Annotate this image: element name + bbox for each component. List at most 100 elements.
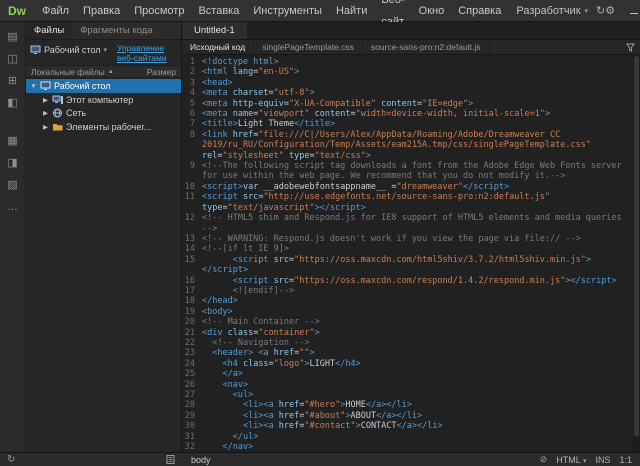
- document-tab-untitled[interactable]: Untitled-1: [182, 22, 247, 39]
- settings-gear-icon[interactable]: ⚙: [605, 4, 615, 17]
- tree-item-network[interactable]: ▶ Сеть: [26, 106, 181, 120]
- window-controls: ×: [621, 0, 640, 22]
- site-selector-dropdown[interactable]: Рабочий стол ▾: [30, 43, 113, 55]
- code-line: 6<meta name="viewport" content="width=de…: [182, 109, 633, 119]
- linting-status-icon[interactable]: ⊘: [540, 455, 548, 464]
- code-line: 22 <!-- Navigation -->: [182, 338, 633, 348]
- line-number: 11: [182, 192, 202, 213]
- tree-item-desktop[interactable]: ▼ Рабочий стол: [26, 79, 181, 93]
- more-panels-icon[interactable]: …: [7, 202, 18, 213]
- line-number: 30: [182, 421, 202, 431]
- menu-item[interactable]: Файл: [35, 0, 76, 22]
- tree-item-label: Рабочий стол: [54, 81, 111, 91]
- line-number: 28: [182, 400, 202, 410]
- code-text: <!--[if lt IE 9]>: [202, 244, 633, 254]
- line-number: 27: [182, 390, 202, 400]
- line-number: 19: [182, 307, 202, 317]
- insert-panel-icon[interactable]: ⊞: [8, 76, 17, 87]
- expand-caret-icon[interactable]: ▶: [42, 123, 49, 131]
- css-designer-icon[interactable]: ◧: [7, 98, 17, 109]
- minimize-button[interactable]: [621, 0, 640, 22]
- menu-item[interactable]: Инструменты: [246, 0, 329, 22]
- tree-item-label: Этот компьютер: [66, 95, 133, 105]
- related-file[interactable]: source-sans-pro:n2:default.js: [363, 40, 490, 54]
- column-size[interactable]: Размер: [142, 67, 176, 77]
- dom-panel-icon[interactable]: ▦: [7, 136, 17, 147]
- code-line: 8<link href="file:///C|/Users/Alex/AppDa…: [182, 130, 633, 161]
- files-panel-tabs: Файлы Фрагменты кода: [26, 22, 181, 40]
- code-text: <li><a href="#about">ABOUT</a></li>: [202, 411, 633, 421]
- status-bar: ↻ body ⊘ HTML ▾ INS 1:1: [0, 452, 640, 466]
- tree-item-desktop-elements[interactable]: ▶ Элементы рабочег...: [26, 120, 181, 134]
- site-row: Рабочий стол ▾ Управление веб-сайтами: [26, 40, 181, 65]
- code-line: 21<div class="container">: [182, 328, 633, 338]
- collapse-caret-icon[interactable]: ▼: [30, 83, 37, 90]
- code-text: <!-- Navigation -->: [202, 338, 633, 348]
- chevron-down-icon: ▾: [104, 46, 108, 54]
- tag-selector-body[interactable]: body: [182, 455, 220, 465]
- refresh-icon[interactable]: ↻: [7, 455, 15, 465]
- line-number: 6: [182, 109, 202, 119]
- vertical-scrollbar[interactable]: [633, 55, 640, 452]
- menu-item[interactable]: Окно: [412, 0, 452, 22]
- sync-icon[interactable]: ↻: [596, 4, 605, 17]
- workspace-switcher[interactable]: Разработчик ▾: [508, 5, 596, 17]
- code-text: <h4 class="logo">LIGHT</h4>: [202, 359, 633, 369]
- code-lines: 1<!doctype html>2<html lang="en-US">3<he…: [182, 55, 633, 452]
- document-tab-bar: Untitled-1: [182, 22, 640, 40]
- tab-files[interactable]: Файлы: [26, 22, 72, 39]
- dreamweaver-logo: Dw: [0, 4, 35, 18]
- code-text: </nav>: [202, 442, 633, 452]
- code-line: 25 </a>: [182, 369, 633, 379]
- related-file[interactable]: singlePageTemplate.css: [254, 40, 363, 54]
- assets-panel-icon[interactable]: ◨: [7, 158, 17, 169]
- code-line: 18</head>: [182, 296, 633, 306]
- doc-type-indicator[interactable]: HTML ▾: [556, 455, 586, 465]
- filter-funnel-icon[interactable]: [626, 43, 635, 52]
- column-local-files-label: Локальные файлы: [31, 67, 105, 77]
- line-number: 12: [182, 213, 202, 234]
- code-line: 12<!-- HTML5 shim and Respond.js for IE8…: [182, 213, 633, 234]
- log-icon[interactable]: [166, 455, 175, 464]
- code-line: 19<body>: [182, 307, 633, 317]
- files-panel: Файлы Фрагменты кода Рабочий стол ▾ Упра…: [26, 22, 182, 452]
- site-selector-label: Рабочий стол: [44, 45, 101, 55]
- related-file[interactable]: Исходный код: [182, 40, 254, 54]
- menu-item[interactable]: Вставка: [191, 0, 246, 22]
- tab-snippets[interactable]: Фрагменты кода: [72, 22, 160, 39]
- line-number: 20: [182, 317, 202, 327]
- menu-item[interactable]: Правка: [76, 0, 127, 22]
- code-text: <title>Light Theme</title>: [202, 119, 633, 129]
- files-panel-icon[interactable]: ▤: [7, 32, 17, 43]
- menu-item[interactable]: Найти: [329, 0, 374, 22]
- menu-item[interactable]: Просмотр: [127, 0, 191, 22]
- code-line: 7<title>Light Theme</title>: [182, 119, 633, 129]
- code-text: <script src="https://oss.maxcdn.com/html…: [202, 255, 633, 276]
- code-view[interactable]: 1<!doctype html>2<html lang="en-US">3<he…: [182, 55, 640, 452]
- scrollbar-thumb[interactable]: [634, 56, 639, 437]
- insert-mode-indicator[interactable]: INS: [595, 455, 610, 465]
- expand-caret-icon[interactable]: ▶: [42, 96, 49, 104]
- manage-sites-link[interactable]: Управление веб-сайтами: [117, 43, 177, 63]
- code-line: 24 <h4 class="logo">LIGHT</h4>: [182, 359, 633, 369]
- menu-item[interactable]: Справка: [451, 0, 508, 22]
- related-files-toolbar: Исходный кодsinglePageTemplate.csssource…: [182, 40, 640, 55]
- computer-icon: [52, 95, 63, 105]
- code-line: 15 <script src="https://oss.maxcdn.com/h…: [182, 255, 633, 276]
- line-number: 23: [182, 348, 202, 358]
- code-line: 5<meta http-equiv="X-UA-Compatible" cont…: [182, 99, 633, 109]
- line-number: 32: [182, 442, 202, 452]
- line-number: 17: [182, 286, 202, 296]
- column-local-files[interactable]: Локальные файлы ▲: [31, 67, 142, 77]
- line-number: 18: [182, 296, 202, 306]
- code-line: 23 <header> <a href="">: [182, 348, 633, 358]
- code-text: </head>: [202, 296, 633, 306]
- cc-libraries-icon[interactable]: ◫: [7, 54, 17, 65]
- code-text: <meta name="viewport" content="width=dev…: [202, 109, 633, 119]
- snippets-panel-icon[interactable]: ▧: [7, 180, 17, 191]
- tree-item-this-computer[interactable]: ▶ Этот компьютер: [26, 93, 181, 107]
- expand-caret-icon[interactable]: ▶: [42, 109, 49, 117]
- code-text: <script src="https://oss.maxcdn.com/resp…: [202, 276, 633, 286]
- code-text: <html lang="en-US">: [202, 67, 633, 77]
- code-line: 3<head>: [182, 78, 633, 88]
